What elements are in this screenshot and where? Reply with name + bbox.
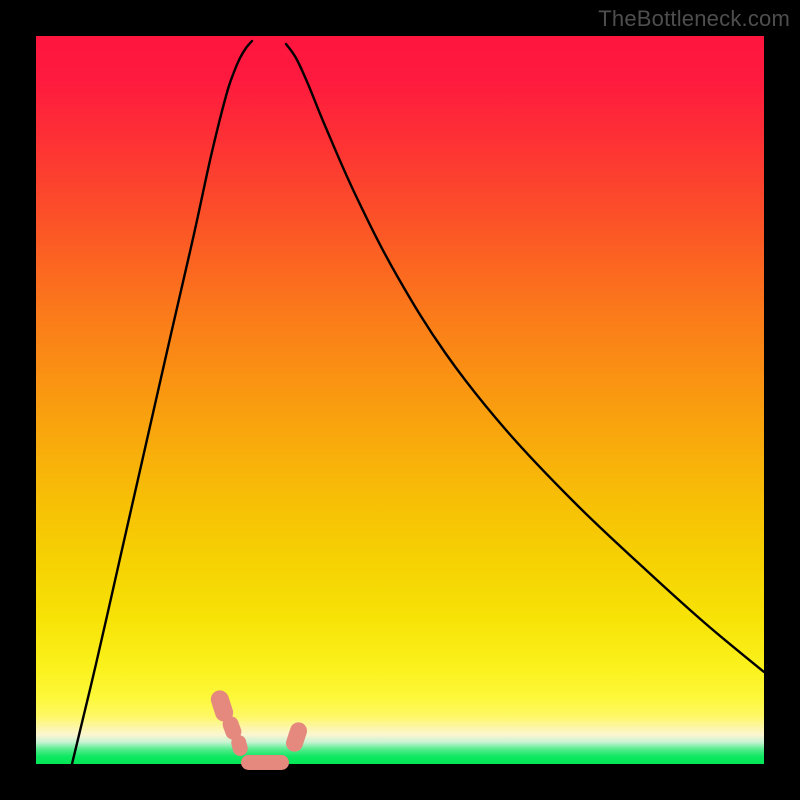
chart-frame: TheBottleneck.com xyxy=(0,0,800,800)
curve-left-branch xyxy=(72,41,252,764)
watermark-text: TheBottleneck.com xyxy=(598,6,790,32)
curve-right-branch xyxy=(286,44,764,672)
plot-area xyxy=(36,36,764,764)
curve-svg xyxy=(36,36,764,764)
trough-marker xyxy=(241,755,289,770)
